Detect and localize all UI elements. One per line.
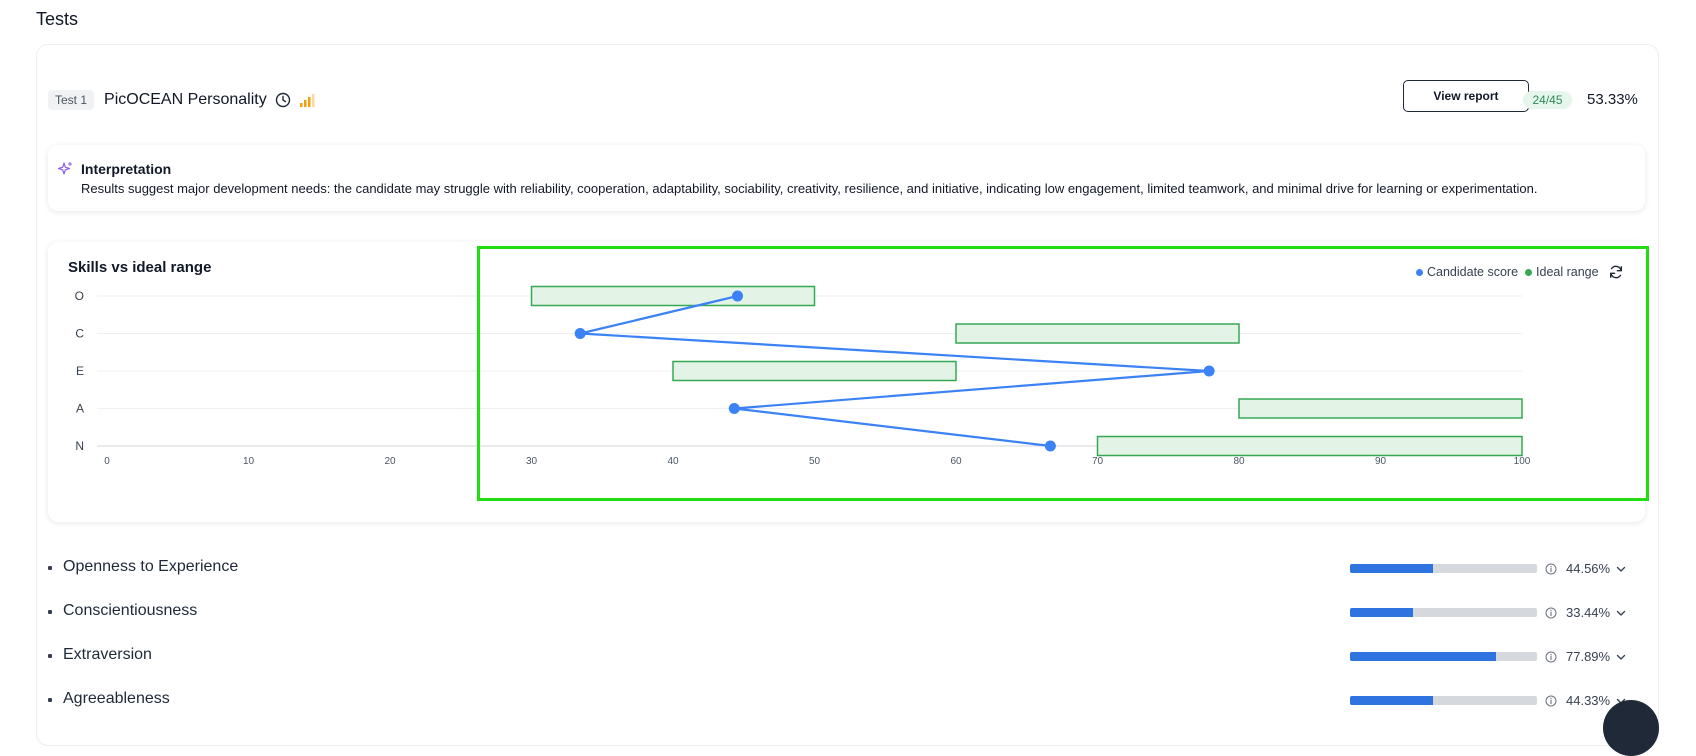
bullet xyxy=(48,654,52,658)
signal-bars-icon xyxy=(299,92,315,108)
y-tick-label: C xyxy=(75,327,84,341)
skills-chart: O C E A N 0 10 20 30 40 50 60 70 80 90 100 xyxy=(75,285,1531,467)
section-title: Tests xyxy=(36,9,79,29)
y-tick-label: N xyxy=(75,439,84,453)
skill-row[interactable]: Extraversion 77.89% xyxy=(48,643,1628,669)
x-tick-label: 100 xyxy=(1514,456,1531,467)
interpretation-text: Results suggest major development needs:… xyxy=(81,181,1538,196)
skill-percent: 44.56% xyxy=(1566,561,1611,576)
score-fraction-badge: 24/45 xyxy=(1523,91,1572,109)
candidate-point xyxy=(1044,440,1056,452)
skill-percent: 77.89% xyxy=(1566,649,1611,664)
interpretation-title: Interpretation xyxy=(81,161,172,177)
skill-name: Agreeableness xyxy=(63,690,170,707)
skill-progress-bar xyxy=(1350,652,1537,661)
x-tick-label: 80 xyxy=(1233,456,1245,467)
candidate-point xyxy=(728,403,740,414)
x-tick-label: 60 xyxy=(950,456,962,467)
x-tick-label: 70 xyxy=(1092,456,1104,467)
x-tick-label: 20 xyxy=(384,456,396,467)
chat-launcher-button[interactable] xyxy=(1603,700,1659,756)
test-name: PicOCEAN Personality xyxy=(104,91,267,108)
ideal-range-bar xyxy=(1096,435,1523,457)
x-tick-label: 0 xyxy=(104,456,110,467)
view-report-button[interactable]: View report xyxy=(1403,80,1529,112)
skill-name: Conscientiousness xyxy=(63,602,198,619)
skills-chart-card: Skills vs ideal range Candidate score Id… xyxy=(48,242,1645,522)
test-header: Test 1 PicOCEAN Personality xyxy=(48,88,315,112)
bullet xyxy=(48,566,52,570)
skill-row[interactable]: Conscientiousness 33.44% xyxy=(48,599,1628,625)
skill-progress-fill xyxy=(1350,652,1496,661)
y-tick-label: O xyxy=(75,289,84,303)
interpretation-panel: Interpretation Results suggest major dev… xyxy=(48,145,1645,211)
skill-row[interactable]: Openness to Experience 44.56% xyxy=(48,555,1628,581)
x-tick-label: 50 xyxy=(809,456,821,467)
skill-percent: 44.33% xyxy=(1566,693,1611,708)
sparkle-icon xyxy=(57,161,73,177)
skill-percent: 33.44% xyxy=(1566,605,1611,620)
skill-progress-bar xyxy=(1350,696,1537,705)
chevron-down-icon[interactable] xyxy=(1615,562,1627,574)
skill-progress-fill xyxy=(1350,696,1433,705)
skill-name: Openness to Experience xyxy=(63,558,239,575)
y-tick-label: E xyxy=(76,364,84,378)
bullet xyxy=(48,698,52,702)
info-icon[interactable] xyxy=(1545,606,1557,619)
skill-name: Extraversion xyxy=(63,646,152,663)
info-icon[interactable] xyxy=(1545,694,1557,707)
info-icon[interactable] xyxy=(1545,562,1557,575)
ideal-range-bar xyxy=(955,323,1240,344)
x-tick-label: 10 xyxy=(243,456,255,467)
chevron-down-icon[interactable] xyxy=(1615,606,1627,618)
x-tick-label: 30 xyxy=(526,456,538,467)
test-badge: Test 1 xyxy=(48,90,95,110)
y-tick-label: A xyxy=(76,402,84,416)
candidate-point xyxy=(732,290,744,302)
ideal-range-bar xyxy=(1238,398,1523,419)
candidate-point xyxy=(1203,365,1215,377)
clock-icon xyxy=(275,92,291,108)
score-percent: 53.33% xyxy=(1587,91,1638,108)
x-tick-label: 40 xyxy=(667,456,679,467)
skill-progress-fill xyxy=(1350,564,1434,573)
bullet xyxy=(48,610,52,614)
ideal-range-bar xyxy=(672,360,957,382)
ideal-range-bar xyxy=(530,285,816,307)
skill-progress-fill xyxy=(1350,608,1413,617)
info-icon[interactable] xyxy=(1545,650,1557,663)
candidate-point xyxy=(574,328,586,339)
skill-row[interactable]: Agreeableness 44.33% xyxy=(48,687,1628,713)
chevron-down-icon[interactable] xyxy=(1615,650,1627,662)
x-tick-label: 90 xyxy=(1375,456,1387,467)
skill-progress-bar xyxy=(1350,608,1537,617)
skill-progress-bar xyxy=(1350,564,1537,573)
